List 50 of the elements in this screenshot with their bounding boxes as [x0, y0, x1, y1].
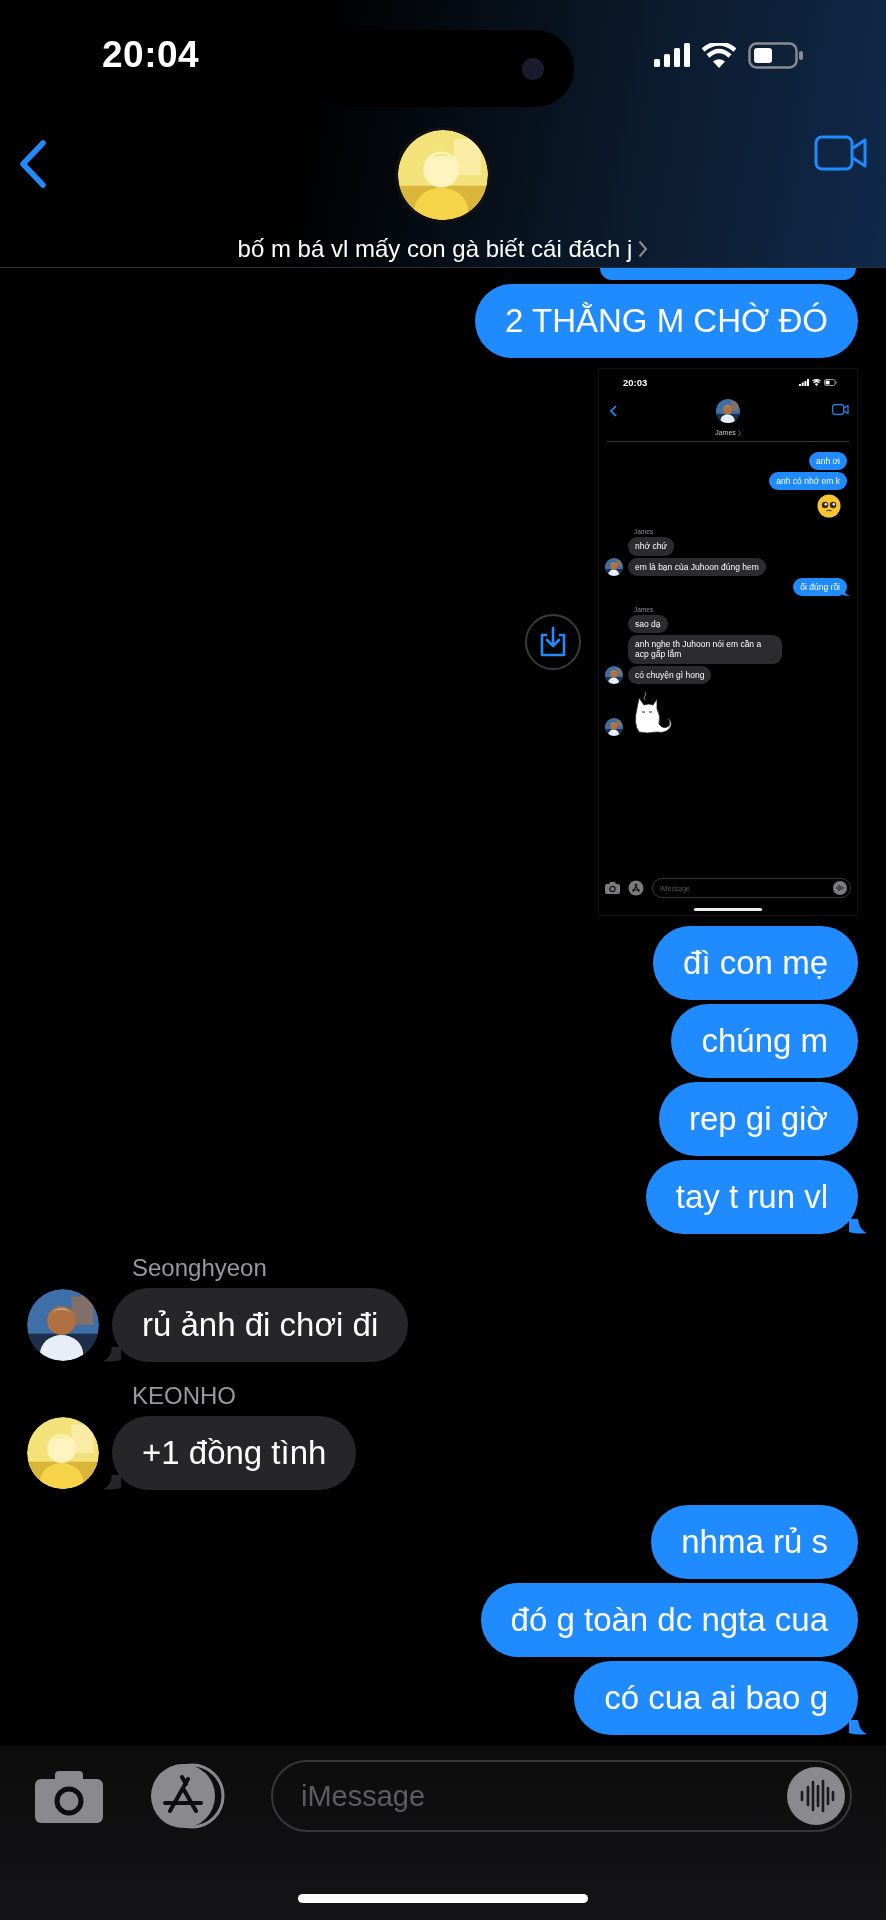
video-call-icon[interactable]	[814, 135, 868, 171]
app-store-icon[interactable]	[148, 1763, 226, 1829]
battery-icon	[824, 378, 837, 386]
wifi-icon	[812, 378, 821, 386]
message-bubble: ối đúng rồi	[793, 577, 847, 596]
message-bubble: rep gi giờ	[658, 1082, 858, 1156]
chevron-icon	[737, 429, 741, 436]
bubble-tail	[849, 1720, 867, 1735]
message-bubble: đì con mẹ	[653, 926, 858, 1000]
message-bubble: sao dạ	[628, 614, 668, 634]
message-bubble: nhma rủ s	[651, 1505, 858, 1579]
message-bubble: có chuyện gì hong	[628, 665, 712, 684]
message-bubble: 2 THẰNG M CHỜ ĐÓ	[475, 284, 858, 358]
status-time: 20:04	[102, 34, 200, 76]
camera-icon[interactable]	[605, 882, 620, 894]
message-bubble: anh có nhớ em k	[769, 472, 847, 491]
voice-icon[interactable]	[787, 1767, 845, 1825]
back-icon[interactable]	[610, 405, 617, 417]
message-bubble: đó g toàn dc ngta cua	[480, 1583, 858, 1657]
message-bubble: rủ ảnh đi chơi đi	[112, 1288, 409, 1362]
message-field[interactable]: iMessage	[271, 1760, 852, 1832]
voice-icon[interactable]	[833, 881, 847, 895]
contact-name[interactable]: bố m bá vl mấy con gà biết cái đách j	[237, 235, 633, 263]
signal-icon	[654, 43, 690, 67]
bubble-tail	[103, 1475, 121, 1490]
bubble-tail	[849, 1219, 867, 1234]
status-time: 20:03	[623, 376, 648, 388]
sender-name: Seonghyeon	[132, 1254, 268, 1282]
message-bubble: tay t run vl	[645, 1160, 858, 1234]
app-store-icon[interactable]	[628, 880, 644, 896]
download-icon	[538, 626, 568, 658]
message-bubble: em là bạn của Juhoon đúng hem	[628, 557, 766, 576]
message-bubble: chúng m	[671, 1004, 858, 1078]
wifi-icon	[702, 42, 736, 68]
message-bubble: anh nghe th Juhoon nói em cần a acp gấp lắm	[628, 635, 782, 664]
sender-name: KEONHO	[132, 1382, 237, 1410]
back-icon[interactable]	[18, 140, 48, 188]
camera-icon[interactable]	[35, 1769, 103, 1823]
bubble-tail	[103, 1347, 121, 1362]
message-bubble: +1 đồng tình	[112, 1416, 357, 1490]
message-bubble: có cua ai bao g	[574, 1661, 858, 1735]
chevron-icon	[638, 240, 649, 258]
signal-icon	[799, 378, 809, 386]
pleading-face-icon	[817, 494, 841, 519]
video-call-icon[interactable]	[832, 404, 849, 415]
message-input[interactable]: iMessage	[299, 1778, 787, 1814]
message-bubble: nhớ chứ	[628, 537, 675, 556]
save-button[interactable]	[525, 614, 581, 670]
battery-icon	[748, 41, 804, 69]
message-bubble: anh ơi	[809, 452, 847, 471]
